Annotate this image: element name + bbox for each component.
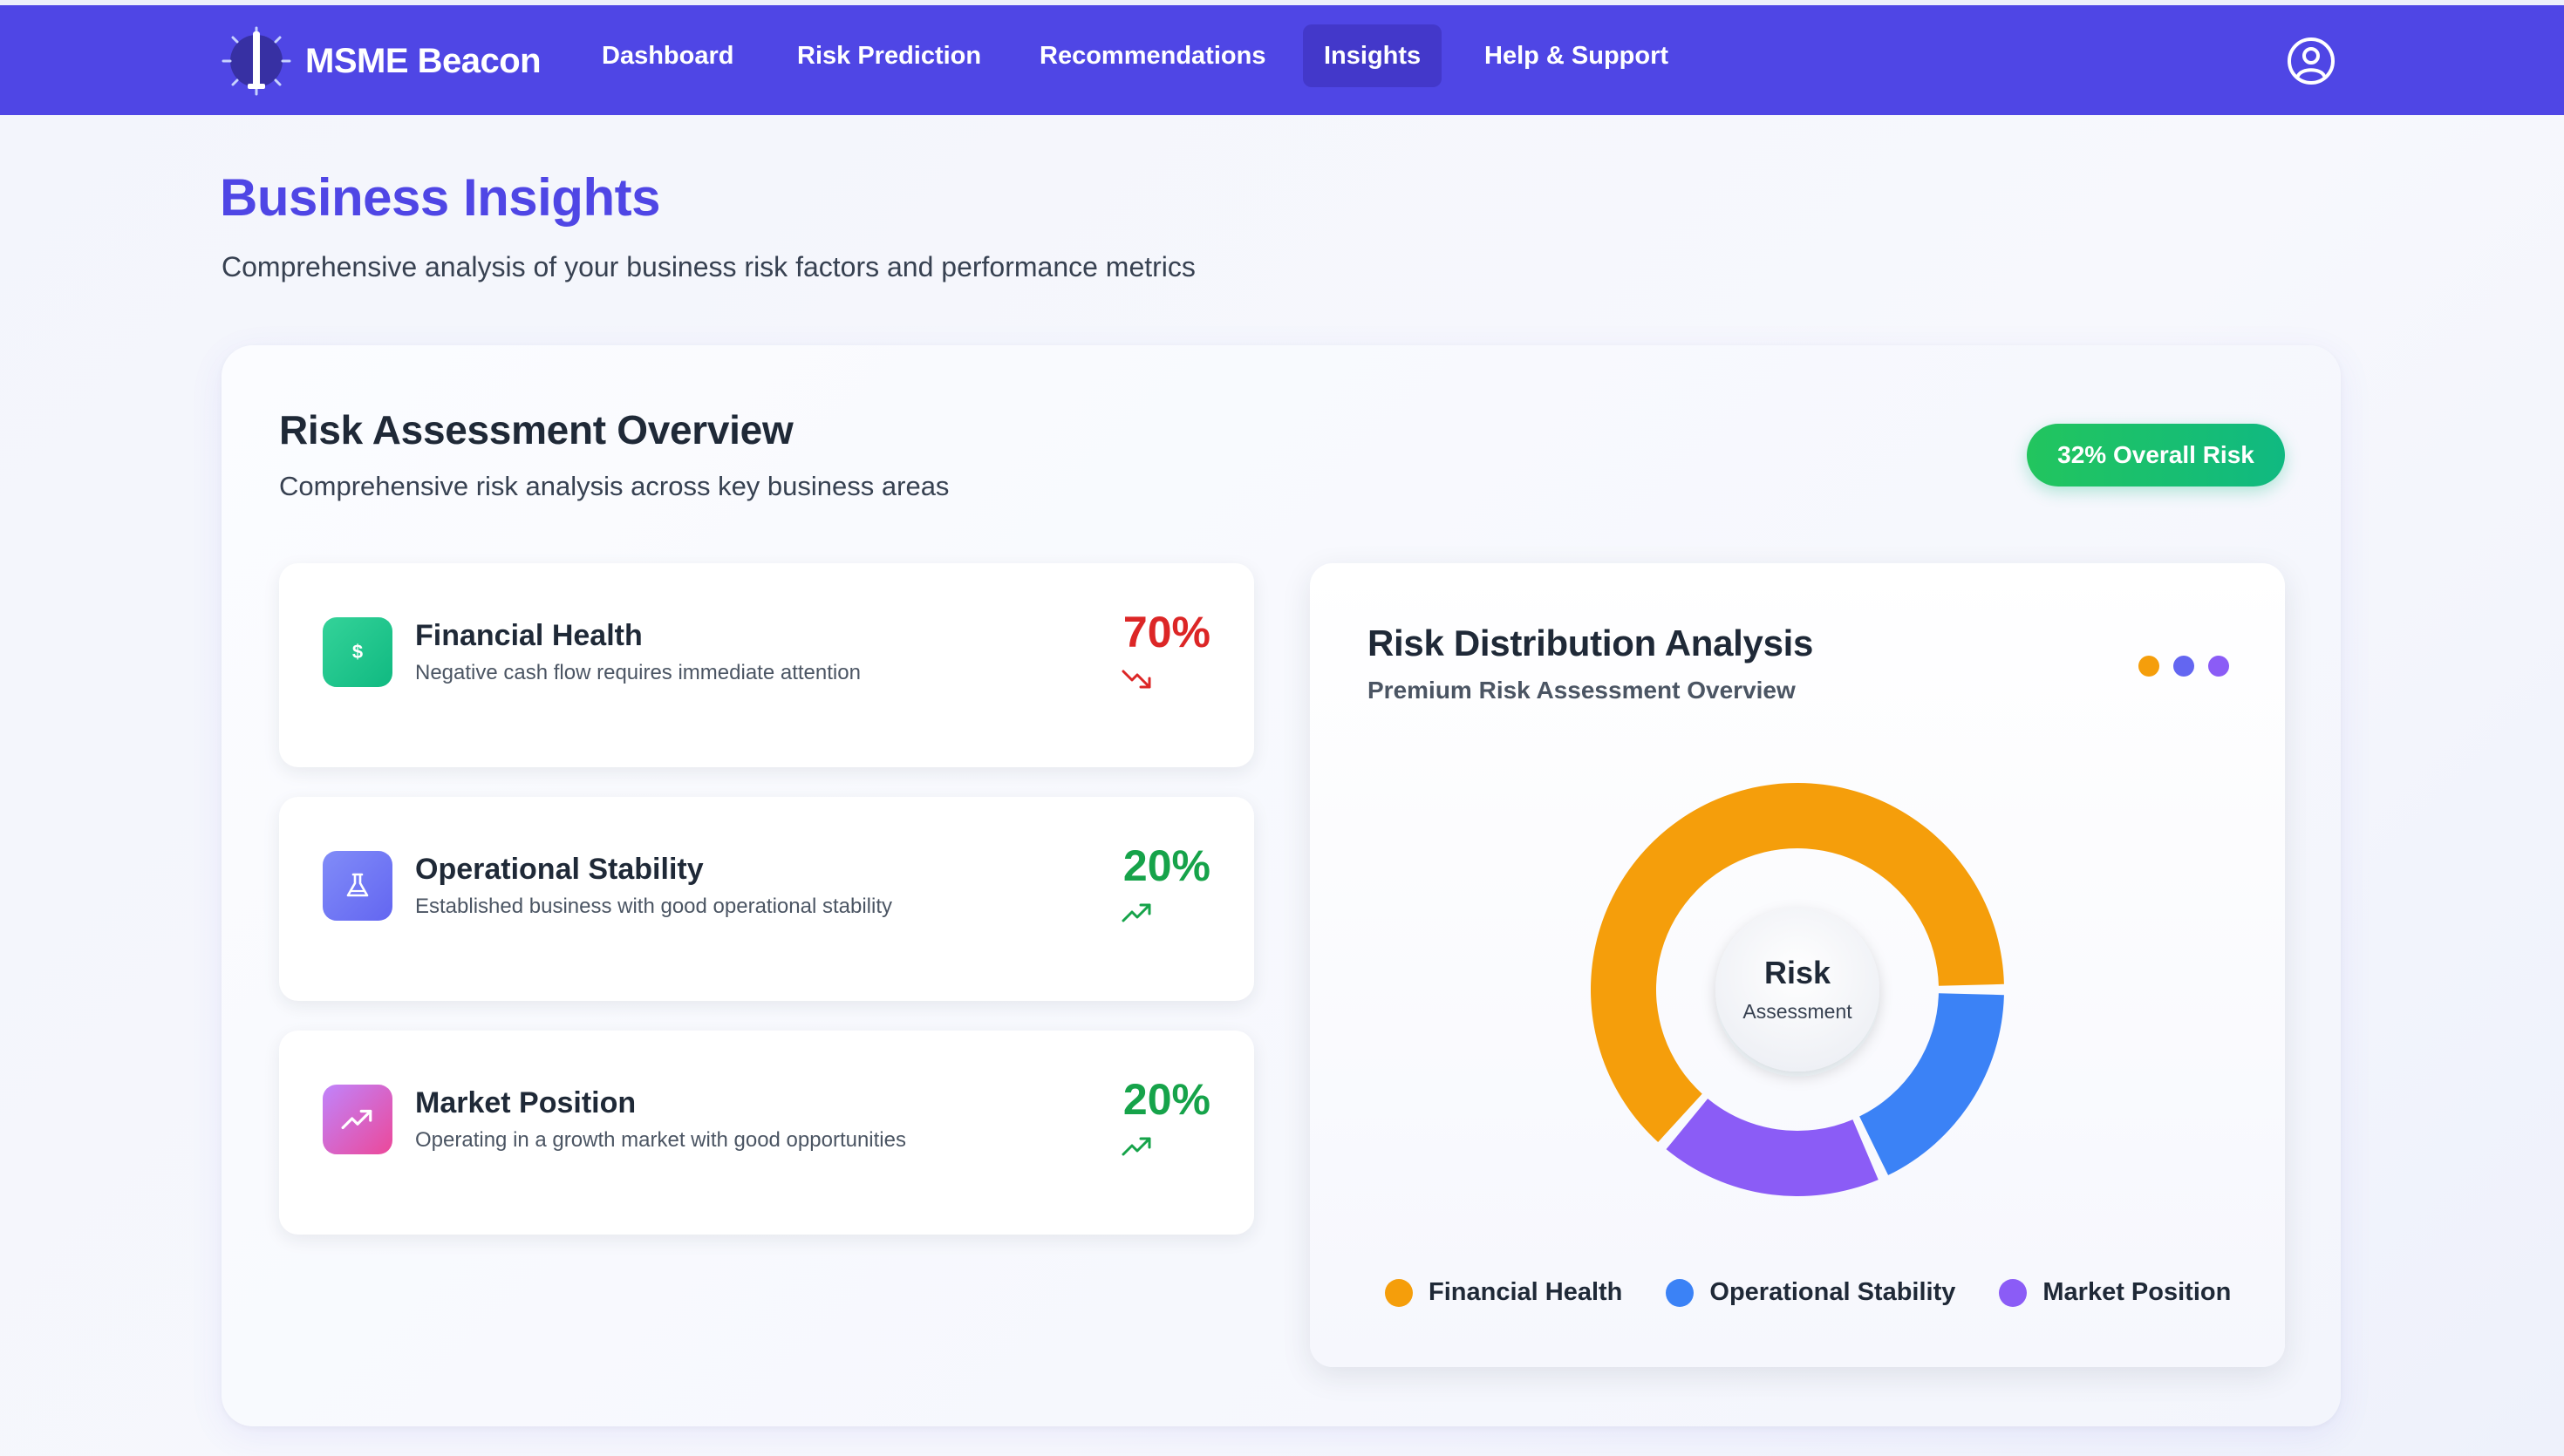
dot-indigo — [2173, 656, 2194, 677]
legend-label: Operational Stability — [1709, 1278, 1956, 1306]
metric-description: Operating in a growth market with good o… — [415, 1128, 906, 1152]
trending-up-icon — [1122, 1137, 1151, 1156]
metric-card-operational-stability[interactable]: Operational Stability Established busine… — [279, 797, 1254, 1001]
legend-item-market-position[interactable]: Market Position — [1999, 1278, 2231, 1307]
metric-description: Negative cash flow requires immediate at… — [415, 661, 861, 684]
overview-title: Risk Assessment Overview — [279, 407, 794, 452]
overall-risk-badge: 32% Overall Risk — [2027, 424, 2285, 486]
risk-overview-card: Risk Assessment Overview Comprehensive r… — [222, 345, 2341, 1426]
beacon-logo-icon — [222, 26, 291, 96]
metric-value: 20% — [1122, 1075, 1210, 1124]
flask-icon — [323, 851, 392, 921]
nav-help-support[interactable]: Help & Support — [1463, 24, 1689, 87]
page-subtitle: Comprehensive analysis of your business … — [222, 251, 1196, 282]
legend-item-financial-health[interactable]: Financial Health — [1385, 1278, 1622, 1307]
user-account-icon[interactable] — [2285, 35, 2337, 87]
donut-slice-market-position[interactable] — [1666, 1099, 1879, 1196]
metric-value: 70% — [1122, 608, 1210, 657]
chart-legend: Financial Health Operational Stability M… — [1385, 1278, 2274, 1307]
trending-up-icon — [323, 1085, 392, 1154]
dot-purple — [2208, 656, 2229, 677]
trending-down-icon — [1122, 670, 1151, 689]
metric-name: Financial Health — [415, 619, 643, 652]
trending-up-icon — [1122, 903, 1151, 922]
distribution-subtitle: Premium Risk Assessment Overview — [1367, 677, 1796, 704]
legend-swatch — [1999, 1278, 2028, 1307]
risk-donut-chart: Risk Assessment — [1591, 782, 2004, 1196]
metric-value: 20% — [1122, 841, 1210, 890]
nav-risk-prediction[interactable]: Risk Prediction — [776, 24, 1002, 87]
nav-insights[interactable]: Insights — [1303, 24, 1442, 87]
overview-subtitle: Comprehensive risk analysis across key b… — [279, 471, 950, 501]
legend-label: Financial Health — [1429, 1278, 1623, 1306]
brand[interactable]: MSME Beacon — [220, 24, 542, 98]
legend-swatch — [1666, 1278, 1695, 1307]
metric-card-market-position[interactable]: Market Position Operating in a growth ma… — [279, 1031, 1254, 1235]
metric-card-financial-health[interactable]: $ Financial Health Negative cash flow re… — [279, 563, 1254, 767]
metric-name: Market Position — [415, 1086, 637, 1119]
navbar: MSME Beacon Dashboard Risk Prediction Re… — [0, 5, 2564, 115]
donut-slice-operational-stability[interactable] — [1859, 993, 2004, 1175]
decorative-dots — [2138, 656, 2229, 677]
dot-orange — [2138, 656, 2159, 677]
legend-label: Market Position — [2042, 1278, 2232, 1306]
nav-recommendations[interactable]: Recommendations — [1019, 24, 1286, 87]
dollar-icon: $ — [323, 617, 392, 687]
legend-item-operational-stability[interactable]: Operational Stability — [1666, 1278, 1955, 1307]
page-title: Business Insights — [220, 168, 660, 227]
donut-center-title: Risk — [1764, 955, 1831, 990]
distribution-title: Risk Distribution Analysis — [1367, 623, 1814, 663]
nav-dashboard[interactable]: Dashboard — [581, 24, 754, 87]
metric-description: Established business with good operation… — [415, 895, 892, 918]
risk-distribution-card: Risk Distribution Analysis Premium Risk … — [1310, 563, 2285, 1367]
metric-name: Operational Stability — [415, 853, 704, 886]
brand-name: MSME Beacon — [305, 41, 542, 80]
donut-center-subtitle: Assessment — [1742, 1000, 1852, 1023]
legend-swatch — [1385, 1278, 1413, 1307]
